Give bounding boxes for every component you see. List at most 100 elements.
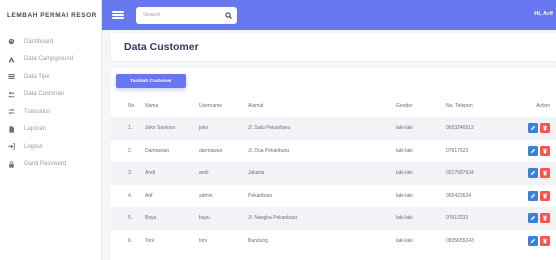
sidebar-menu: Dashboard Data Campground Data Tipe Data… bbox=[0, 33, 101, 173]
cell-telepon: 07617623 bbox=[446, 147, 469, 154]
cell-username: darmawan bbox=[199, 147, 223, 154]
sidebar-item-data-tipe[interactable]: Data Tipe bbox=[0, 68, 101, 86]
table-row: 2. Darmawan darmawan Jl. Dua Pekanbaru l… bbox=[111, 140, 556, 163]
list-icon bbox=[7, 72, 16, 81]
sidebar-item-label: Data Campground bbox=[24, 56, 74, 63]
cell-nama: Bayu bbox=[145, 215, 157, 222]
cell-username: toni bbox=[199, 237, 208, 244]
edit-button[interactable] bbox=[528, 190, 538, 201]
cell-telepon: 0653246512 bbox=[446, 125, 474, 132]
column-header-gender: Gender bbox=[396, 102, 413, 109]
trash-icon bbox=[542, 171, 548, 176]
cell-alamat: Jl. Satu Pekanbaru bbox=[248, 125, 291, 132]
add-customer-button[interactable]: Tambah Customer bbox=[116, 74, 186, 88]
tent-icon bbox=[7, 55, 16, 64]
sidebar-item-label: Data Tipe bbox=[24, 73, 50, 80]
edit-icon bbox=[530, 238, 536, 243]
sidebar-item-data-campground[interactable]: Data Campground bbox=[0, 51, 101, 69]
cell-action bbox=[513, 185, 556, 208]
cell-action bbox=[513, 140, 556, 163]
cell-action bbox=[513, 162, 556, 185]
table-row: 3. Andi andi Jakarta laki-laki 021768763… bbox=[111, 162, 556, 185]
sidebar-item-label: Dashboard bbox=[24, 38, 54, 45]
edit-button[interactable] bbox=[528, 213, 538, 224]
delete-button[interactable] bbox=[540, 123, 550, 134]
cell-alamat: Jakarta bbox=[248, 170, 265, 177]
cell-alamat: Bandung bbox=[248, 237, 269, 244]
edit-icon bbox=[530, 171, 536, 176]
edit-icon bbox=[530, 126, 536, 131]
cell-action bbox=[513, 230, 556, 253]
exchange-icon bbox=[7, 107, 16, 116]
column-header-action: Action bbox=[536, 102, 550, 109]
cell-gender: laki-laki bbox=[396, 147, 413, 154]
cell-nama: Joko Santoso bbox=[145, 125, 176, 132]
cell-no: 3. bbox=[128, 170, 133, 177]
sidebar-item-dashboard[interactable]: Dashboard bbox=[0, 33, 101, 51]
sidebar-item-ganti-password[interactable]: Ganti Password bbox=[0, 156, 101, 174]
cell-gender: laki-laki bbox=[396, 237, 413, 244]
cell-telepon: 065423624 bbox=[446, 192, 472, 199]
cell-telepon: 07612233 bbox=[446, 215, 469, 222]
column-header-telepon: No. Telepon bbox=[446, 102, 473, 109]
section-header: Data Customer bbox=[111, 33, 556, 61]
cell-action bbox=[513, 117, 556, 140]
cell-gender: laki-laki bbox=[396, 170, 413, 177]
edit-button[interactable] bbox=[528, 235, 538, 246]
sidebar-item-laporan[interactable]: Laporan bbox=[0, 121, 101, 139]
cell-username: andi bbox=[199, 170, 209, 177]
top-navbar: Hi, Arif bbox=[102, 0, 556, 30]
table-row: 5. Bayu bayu Jl. Nangka Pekanbaru laki-l… bbox=[111, 207, 556, 230]
menu-toggle-icon[interactable] bbox=[112, 11, 124, 19]
file-icon bbox=[7, 125, 16, 134]
delete-button[interactable] bbox=[540, 190, 550, 201]
cell-telepon: 0217687634 bbox=[446, 170, 474, 177]
cell-gender: laki-laki bbox=[396, 215, 413, 222]
table-row: 1. Joko Santoso joko Jl. Satu Pekanbaru … bbox=[111, 117, 556, 140]
cell-no: 4. bbox=[128, 192, 133, 199]
cell-nama: Arif bbox=[145, 192, 153, 199]
cell-username: admin bbox=[199, 192, 213, 199]
edit-icon bbox=[530, 148, 536, 153]
trash-icon bbox=[542, 216, 548, 221]
sidebar-item-data-customer[interactable]: Data Customer bbox=[0, 86, 101, 104]
search-icon[interactable] bbox=[225, 11, 232, 19]
edit-button[interactable] bbox=[528, 123, 538, 134]
lock-icon bbox=[7, 160, 16, 169]
cell-alamat: Jl. Nangka Pekanbaru bbox=[248, 215, 298, 222]
sidebar-item-logout[interactable]: Logout bbox=[0, 138, 101, 156]
customer-table: No Nama Username Alamat Gender No. Telep… bbox=[111, 94, 556, 252]
brand-title[interactable]: LEMBAH PERMAI RESOR bbox=[0, 0, 101, 30]
delete-button[interactable] bbox=[540, 235, 550, 246]
cell-gender: laki-laki bbox=[396, 125, 413, 132]
column-header-alamat: Alamat bbox=[248, 102, 264, 109]
edit-icon bbox=[530, 193, 536, 198]
edit-icon bbox=[530, 216, 536, 221]
column-header-no: No bbox=[128, 102, 135, 109]
delete-button[interactable] bbox=[540, 213, 550, 224]
palette-icon bbox=[7, 37, 16, 46]
table-row: 6. Toni toni Bandung laki-laki 083565524… bbox=[111, 230, 556, 253]
edit-button[interactable] bbox=[528, 168, 538, 179]
search-input[interactable] bbox=[143, 12, 213, 18]
cell-action bbox=[513, 207, 556, 230]
sidebar-item-label: Logout bbox=[24, 143, 43, 150]
sidebar-item-transaksi[interactable]: Transaksi bbox=[0, 103, 101, 121]
cell-nama: Toni bbox=[145, 237, 155, 244]
edit-button[interactable] bbox=[528, 145, 538, 156]
delete-button[interactable] bbox=[540, 168, 550, 179]
cell-telepon: 0835655243 bbox=[446, 237, 474, 244]
delete-button[interactable] bbox=[540, 145, 550, 156]
sidebar-item-label: Data Customer bbox=[24, 91, 65, 98]
trash-icon bbox=[542, 238, 548, 244]
sidebar-item-label: Laporan bbox=[24, 126, 47, 133]
page-title: Data Customer bbox=[124, 41, 199, 53]
logout-icon bbox=[7, 142, 16, 151]
cell-username: joko bbox=[199, 125, 209, 132]
users-icon bbox=[7, 90, 16, 99]
user-menu[interactable]: Hi, Arif bbox=[534, 11, 553, 17]
column-header-username: Username bbox=[199, 102, 223, 109]
table-row: 4. Arif admin Pekanbaru laki-laki 065423… bbox=[111, 185, 556, 208]
trash-icon bbox=[542, 148, 548, 154]
trash-icon bbox=[542, 126, 548, 131]
